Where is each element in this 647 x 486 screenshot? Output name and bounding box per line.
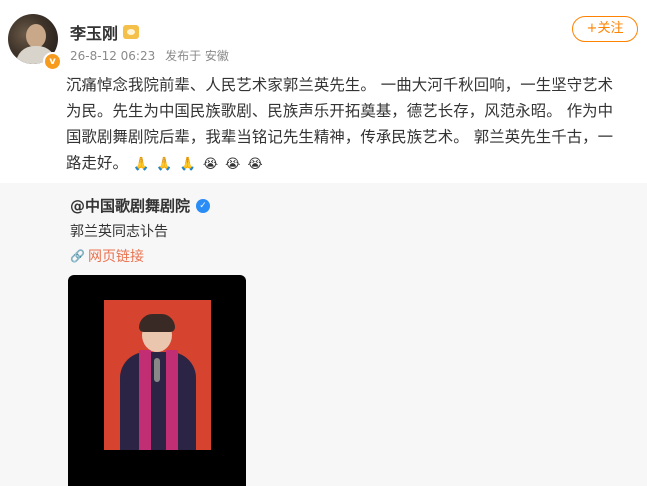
post-author[interactable]: 李玉刚 (70, 20, 140, 44)
repost-author[interactable]: @中国歌剧舞剧院 ✓ (70, 195, 211, 216)
crying-emoji: 😭 (247, 157, 263, 172)
post-meta: 26-8-12 06:23 发布于 安徽 (70, 47, 235, 64)
post-line: 国歌剧舞剧院后辈，我辈当铭记先生精神，传承民族艺术。 郭兰英先生千古，一 (66, 128, 614, 146)
repost-card[interactable]: @中国歌剧舞剧院 ✓ 郭兰英同志讣告 🔗 网页链接 (0, 183, 647, 486)
post-line: 为民。先生为中国民族歌剧、民族声乐开拓奠基，德艺长存，风范永昭。 作为中 (66, 102, 614, 120)
blue-v-icon: ✓ (196, 198, 211, 213)
crown-icon (123, 25, 140, 39)
repost-author-name[interactable]: @中国歌剧舞剧院 (70, 195, 190, 216)
portrait-photo (104, 300, 211, 450)
post-source: 发布于 安徽 (165, 49, 229, 63)
portrait-hair (139, 314, 175, 332)
follow-button[interactable]: +关注 (572, 16, 638, 42)
crying-emoji: 😭 (202, 157, 219, 172)
post-body: 沉痛悼念我院前辈、人民艺术家郭兰英先生。 一曲大河千秋回响，一生坚守艺术 为民。… (66, 72, 638, 178)
repost-image[interactable] (68, 275, 246, 486)
pray-emoji: 🙏 (132, 157, 150, 172)
crying-emoji: 😭 (225, 157, 241, 172)
pray-emoji: 🙏 (156, 157, 173, 172)
author-name[interactable]: 李玉刚 (70, 20, 118, 44)
post-line-last: 路走好。 🙏 🙏 🙏 😭 😭 😭 (66, 150, 638, 178)
web-link[interactable]: 🔗 网页链接 (70, 246, 144, 266)
link-icon: 🔗 (70, 249, 85, 263)
post-line: 沉痛悼念我院前辈、人民艺术家郭兰英先生。 一曲大河千秋回响，一生坚守艺术 (66, 76, 614, 94)
microphone-icon (154, 358, 160, 382)
web-link-label[interactable]: 网页链接 (88, 246, 144, 266)
portrait-scarf (139, 350, 151, 450)
repost-text: 郭兰英同志讣告 (70, 224, 168, 240)
post-time[interactable]: 26-8-12 06:23 (70, 49, 155, 63)
avatar-face (26, 24, 46, 48)
post-line: 路走好。 (66, 154, 128, 172)
pray-emoji: 🙏 (179, 157, 196, 172)
v-badge-icon: v (43, 52, 62, 71)
portrait-scarf (166, 350, 178, 450)
